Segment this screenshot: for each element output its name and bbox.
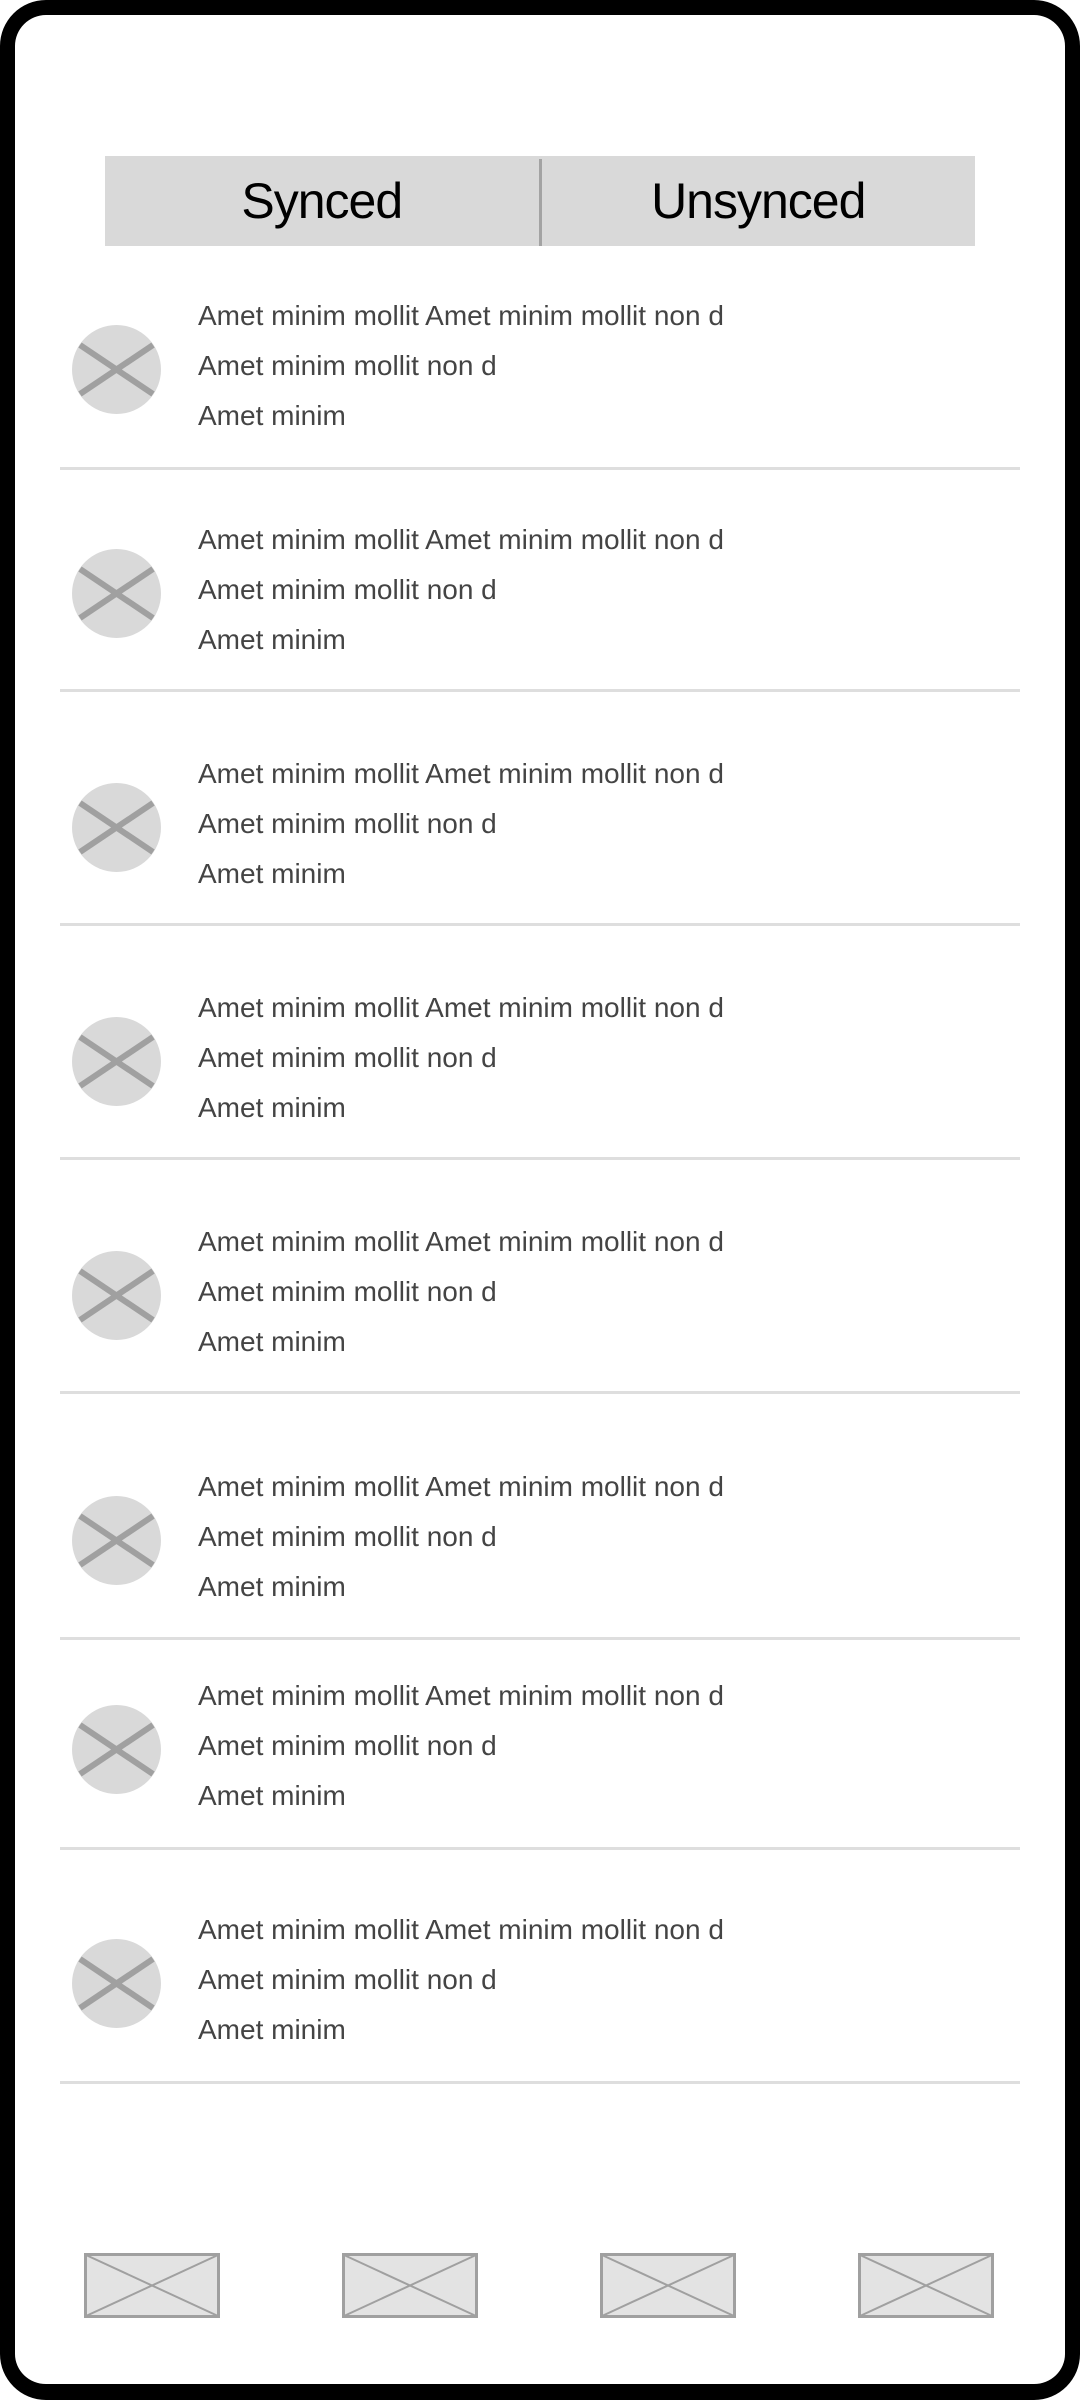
tab-unsynced[interactable]: Unsynced xyxy=(542,156,976,246)
item-line-3: Amet minim xyxy=(198,1326,346,1357)
list-divider xyxy=(60,1847,1020,1850)
image-placeholder-icon xyxy=(72,1251,161,1340)
item-text: Amet minim mollit Amet minim mollit non … xyxy=(198,515,724,665)
list-divider xyxy=(60,1391,1020,1394)
item-line-1: Amet minim mollit Amet minim mollit non … xyxy=(198,1471,724,1502)
item-line-1: Amet minim mollit Amet minim mollit non … xyxy=(198,1914,724,1945)
list-divider xyxy=(60,467,1020,470)
image-placeholder-icon xyxy=(72,783,161,872)
item-line-3: Amet minim xyxy=(198,1092,346,1123)
item-line-3: Amet minim xyxy=(198,400,346,431)
list-divider xyxy=(60,1157,1020,1160)
image-placeholder-icon xyxy=(72,1705,161,1794)
image-placeholder-icon xyxy=(84,2253,220,2318)
nav-button-1[interactable] xyxy=(84,2253,220,2318)
image-placeholder-icon xyxy=(72,1017,161,1106)
item-text: Amet minim mollit Amet minim mollit non … xyxy=(198,291,724,441)
item-text: Amet minim mollit Amet minim mollit non … xyxy=(198,983,724,1133)
image-placeholder-icon xyxy=(72,1496,161,1585)
image-placeholder-icon xyxy=(342,2253,478,2318)
item-line-3: Amet minim xyxy=(198,624,346,655)
item-line-2: Amet minim mollit non d xyxy=(198,1964,497,1995)
item-line-1: Amet minim mollit Amet minim mollit non … xyxy=(198,524,724,555)
list-divider xyxy=(60,2081,1020,2084)
item-line-2: Amet minim mollit non d xyxy=(198,1730,497,1761)
item-line-2: Amet minim mollit non d xyxy=(198,808,497,839)
item-line-2: Amet minim mollit non d xyxy=(198,350,497,381)
item-line-3: Amet minim xyxy=(198,1571,346,1602)
item-line-1: Amet minim mollit Amet minim mollit non … xyxy=(198,758,724,789)
item-text: Amet minim mollit Amet minim mollit non … xyxy=(198,1905,724,2055)
image-placeholder-icon xyxy=(600,2253,736,2318)
list-divider xyxy=(60,923,1020,926)
item-text: Amet minim mollit Amet minim mollit non … xyxy=(198,749,724,899)
nav-button-3[interactable] xyxy=(600,2253,736,2318)
item-line-2: Amet minim mollit non d xyxy=(198,1521,497,1552)
item-text: Amet minim mollit Amet minim mollit non … xyxy=(198,1462,724,1612)
item-text: Amet minim mollit Amet minim mollit non … xyxy=(198,1217,724,1367)
image-placeholder-icon xyxy=(72,549,161,638)
item-line-1: Amet minim mollit Amet minim mollit non … xyxy=(198,300,724,331)
sync-tab-bar: Synced Unsynced xyxy=(105,156,975,246)
nav-button-4[interactable] xyxy=(858,2253,994,2318)
item-line-2: Amet minim mollit non d xyxy=(198,574,497,605)
tab-synced[interactable]: Synced xyxy=(105,156,539,246)
item-line-3: Amet minim xyxy=(198,2014,346,2045)
item-line-1: Amet minim mollit Amet minim mollit non … xyxy=(198,1680,724,1711)
image-placeholder-icon xyxy=(858,2253,994,2318)
item-line-1: Amet minim mollit Amet minim mollit non … xyxy=(198,1226,724,1257)
item-line-1: Amet minim mollit Amet minim mollit non … xyxy=(198,992,724,1023)
nav-button-2[interactable] xyxy=(342,2253,478,2318)
item-line-2: Amet minim mollit non d xyxy=(198,1276,497,1307)
item-line-2: Amet minim mollit non d xyxy=(198,1042,497,1073)
list-divider xyxy=(60,689,1020,692)
item-text: Amet minim mollit Amet minim mollit non … xyxy=(198,1671,724,1821)
item-line-3: Amet minim xyxy=(198,1780,346,1811)
image-placeholder-icon xyxy=(72,1939,161,2028)
item-line-3: Amet minim xyxy=(198,858,346,889)
list-divider xyxy=(60,1637,1020,1640)
image-placeholder-icon xyxy=(72,325,161,414)
